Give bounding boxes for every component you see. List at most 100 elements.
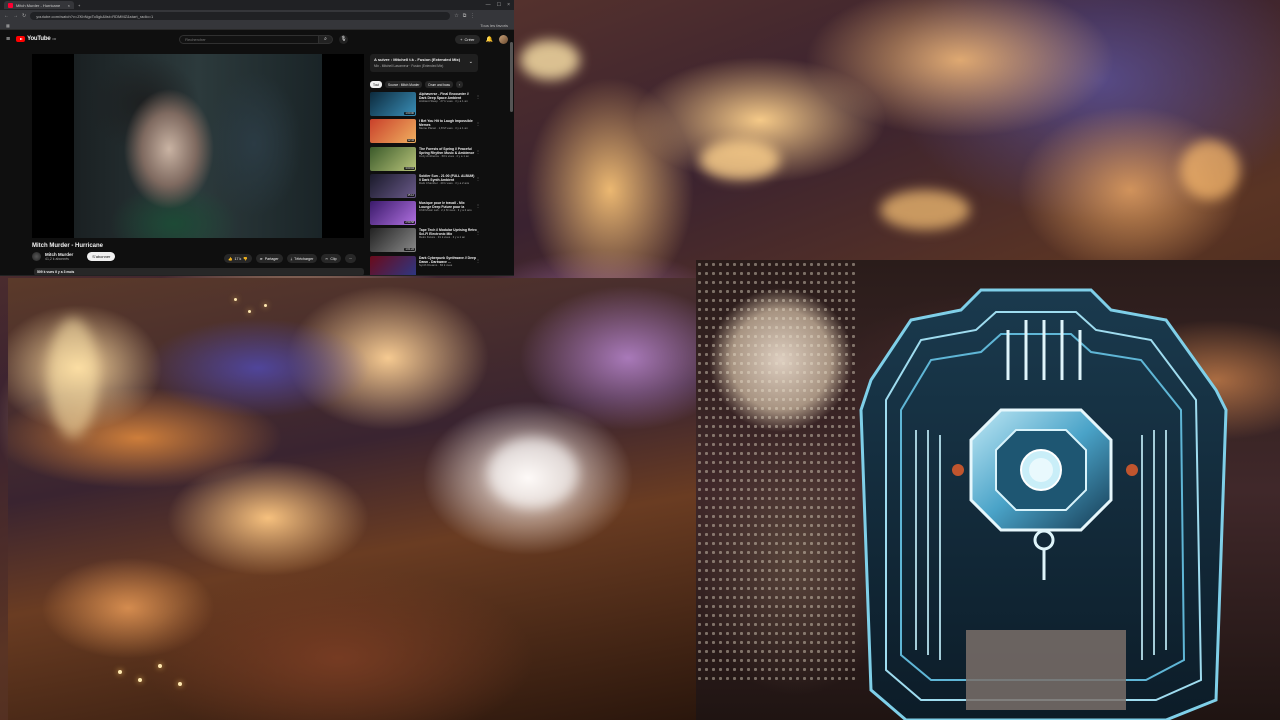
highlight-glow	[488, 438, 578, 508]
back-icon[interactable]: ←	[4, 13, 9, 19]
channel-avatar[interactable]	[32, 252, 41, 261]
address-bar-row: ← → ↻ youtube.com/watch?v=ZKbNgcTo5gk&li…	[0, 10, 514, 22]
search-icon[interactable]: ⌕	[319, 34, 334, 44]
download-button[interactable]: ⤓ Télécharger	[286, 254, 318, 263]
share-icon: ➦	[259, 256, 263, 261]
up-next-panel[interactable]: A suivre : Mitchell t.k - Fusion (Extend…	[370, 54, 478, 72]
highlight-glow	[1180, 140, 1240, 200]
recommendation-thumbnail[interactable]: 1:01:22	[370, 228, 416, 253]
duration-badge: 3:00:04	[404, 166, 415, 170]
clip-button[interactable]: ✂ Clip	[321, 254, 341, 263]
more-options-icon[interactable]: ⋮	[476, 121, 480, 126]
subscribe-button[interactable]: S'abonner	[87, 252, 116, 261]
minimize-icon[interactable]: —	[486, 2, 491, 8]
clip-label: Clip	[330, 256, 337, 261]
more-options-icon[interactable]: ⋮	[476, 176, 480, 181]
duration-badge: 12:44	[406, 139, 415, 143]
scrollbar[interactable]	[510, 42, 513, 112]
create-button[interactable]: + Créer	[455, 34, 480, 44]
more-options-icon[interactable]: ⋮	[476, 230, 480, 235]
recommendation-thumbnail[interactable]: 1:00:00	[370, 92, 416, 116]
recommendation-thumbnail[interactable]: DARK	[370, 255, 416, 275]
recommendation-item[interactable]: 1:00:00 Alphaverse - Final Encounter // D…	[370, 92, 482, 119]
light-dot	[248, 310, 251, 313]
recommendations-list: 1:00:00 Alphaverse - Final Encounter // D…	[370, 92, 482, 275]
recommendation-meta: Synth Dreams · 84 k vues	[419, 262, 453, 267]
share-label: Partager	[264, 256, 279, 261]
youtube-header: ≡ YouTube FR Rechercher ⌕ 🎙 + Créer 🔔	[0, 30, 514, 48]
light-dot	[158, 664, 162, 668]
like-count: 17 k	[234, 256, 242, 261]
notifications-bell-icon[interactable]: 🔔	[486, 36, 493, 43]
recommendation-meta: Dark Chamber · 40 k vues · il y a 2 ans	[419, 180, 470, 185]
browser-menu-icon[interactable]: ⋮	[470, 13, 475, 19]
account-avatar[interactable]	[499, 34, 508, 44]
more-options-icon[interactable]: ⋮	[476, 203, 480, 208]
youtube-play-icon	[16, 36, 26, 42]
recommendation-item[interactable]: 3:00:04 The Forests of Spring // Peaceful…	[370, 146, 482, 174]
tech-door-illustration	[859, 288, 1228, 720]
close-window-icon[interactable]: ×	[507, 2, 510, 8]
browser-tab[interactable]: Mitch Murder - Hurricane ×	[4, 1, 74, 9]
recommendation-item[interactable]: DARKDark Cyberpunk Synthwave // Deep Daw…	[370, 255, 482, 275]
create-label: Créer	[464, 36, 475, 42]
share-button[interactable]: ➦ Partager	[255, 254, 283, 263]
chip-all[interactable]: Tout	[370, 81, 383, 88]
extensions-icon[interactable]: ⧉	[463, 13, 467, 19]
youtube-logo[interactable]: YouTube FR	[16, 36, 56, 42]
up-next-title: A suivre : Mitchell t.k - Fusion (Extend…	[374, 57, 461, 62]
all-bookmarks[interactable]: Tous les favoris	[480, 23, 508, 28]
more-options-icon[interactable]: ⋮	[476, 149, 480, 154]
recommendation-meta: Ambient Sleep · 27 k vues · il y a 1 an	[419, 99, 468, 103]
download-icon: ⤓	[290, 256, 293, 261]
chip-source[interactable]: Source : Mitch Murder	[385, 81, 423, 88]
tab-title: Mitch Murder - Hurricane	[16, 2, 61, 8]
chips-next-icon[interactable]: ›	[456, 81, 464, 88]
star-icon[interactable]: ☆	[454, 13, 458, 19]
forward-icon[interactable]: →	[13, 13, 18, 19]
channel-row: Mitch Murder 41,2 k abonnés S'abonner	[32, 252, 116, 261]
duration-badge: 1:01:22	[404, 248, 415, 252]
recommendation-meta: Cozy Ambience · 60 k vues · il y a 1 an	[419, 153, 469, 158]
more-options-icon[interactable]: ⋮	[476, 94, 480, 99]
recommendation-thumbnail[interactable]: 2:59:58	[370, 201, 416, 226]
new-tab-icon[interactable]: +	[78, 3, 80, 8]
recommendation-item[interactable]: 12:44 I Bet You Hit to Laugh Impossible M…	[370, 119, 482, 146]
logo-text: YouTube	[27, 36, 51, 42]
like-button[interactable]: 👍 17 k 👎	[224, 254, 252, 263]
reload-icon[interactable]: ↻	[22, 13, 26, 19]
duration-badge: 1:00:00	[404, 112, 415, 115]
apps-icon[interactable]: ▦	[6, 23, 10, 28]
light-dot	[178, 682, 182, 686]
tab-bar: Mitch Murder - Hurricane × + — ☐ ×	[0, 0, 514, 10]
views-line[interactable]: 509 k vues il y a 3 mois	[34, 268, 364, 275]
video-player[interactable]	[32, 54, 364, 238]
hamburger-menu-icon[interactable]: ≡	[6, 36, 10, 43]
light-dot	[118, 670, 122, 674]
recommendation-thumbnail[interactable]: 45:12	[370, 173, 416, 198]
more-options-icon[interactable]: ⋮	[476, 258, 480, 263]
tech-door-panel	[696, 260, 1280, 720]
youtube-favicon-icon	[8, 2, 13, 8]
microphone-icon[interactable]: 🎙	[339, 34, 349, 44]
close-tab-icon[interactable]: ×	[68, 3, 70, 8]
up-next-subtitle: Mix - Mitchell Lasonneur · Fusion (Exten…	[374, 64, 444, 68]
recommendation-thumbnail[interactable]: 3:00:04	[370, 146, 416, 171]
more-actions-icon[interactable]: ⋯	[344, 254, 357, 263]
recommendation-meta: Chill Music Lab · 2,1 M vues · il y a 2 …	[419, 208, 472, 213]
recommendation-item[interactable]: 2:59:58 Musique pour le travail - Mix Lou…	[370, 201, 482, 228]
chevron-down-icon[interactable]: ⌄	[469, 59, 473, 65]
highlight-glow	[700, 140, 780, 180]
chip-drum-and-bass[interactable]: Drum and bass	[425, 81, 454, 88]
url-field[interactable]: youtube.com/watch?v=ZKbNgcTo5gk&list=RDM…	[30, 12, 451, 20]
recommendation-item[interactable]: 1:01:22 Tape Tech // Modular Uprising Ret…	[370, 228, 482, 255]
recommendation-thumbnail[interactable]: 12:44	[370, 119, 416, 144]
organic-art-panel	[8, 278, 696, 720]
recommendation-item[interactable]: 45:12 Soldier Sun - 21:00 (FULL ALBUM) //…	[370, 173, 482, 201]
scissors-icon: ✂	[325, 256, 329, 261]
maximize-icon[interactable]: ☐	[497, 2, 501, 8]
light-dot	[138, 678, 142, 682]
browser-window: Mitch Murder - Hurricane × + — ☐ × ← → ↻…	[0, 0, 514, 276]
thumbs-down-icon[interactable]: 👎	[243, 257, 247, 261]
search-input[interactable]: Rechercher	[179, 34, 320, 44]
